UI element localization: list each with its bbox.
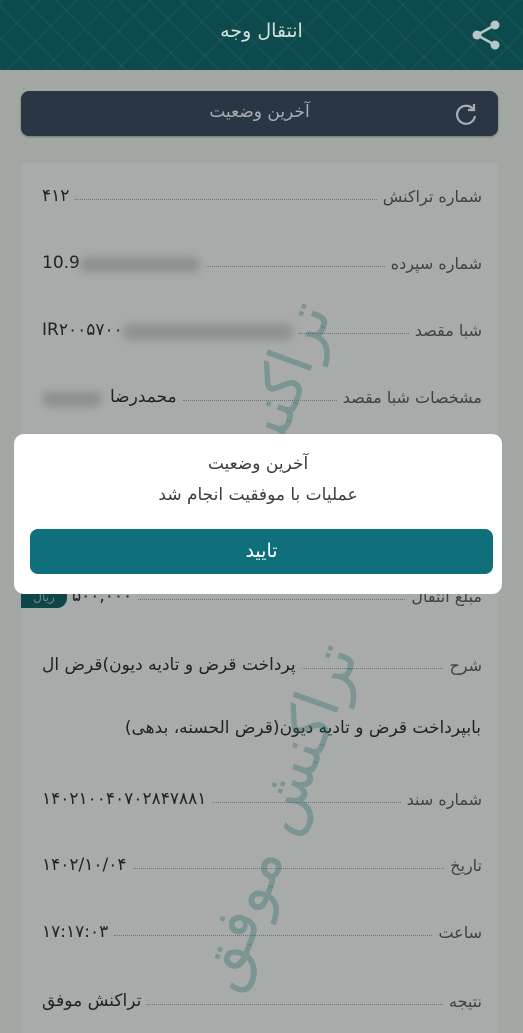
confirm-button[interactable]: تایید — [30, 529, 493, 574]
redacted-value — [122, 324, 293, 340]
status-dialog: آخرین وضعیت عملیات با موفقیت انجام شد تا… — [14, 434, 502, 594]
detail-label: ساعت — [438, 923, 482, 942]
detail-value: محمدرضا — [110, 387, 177, 407]
detail-value: IR۲۰۰۵۷۰۰ — [42, 320, 123, 340]
dotted-leader — [301, 668, 444, 669]
dotted-leader — [138, 599, 406, 600]
detail-label: نتیجه — [448, 992, 482, 1011]
detail-label: مشخصات شبا مقصد — [342, 388, 482, 407]
detail-row-iban-owner: مشخصات شبا مقصد محمدرضا — [42, 379, 482, 407]
detail-row-description: شرح پرداخت قرض و تادیه دیون)قرض ال — [42, 647, 482, 675]
redacted-value — [42, 391, 102, 407]
dotted-leader — [147, 1004, 443, 1005]
detail-label: شرح — [449, 656, 482, 675]
detail-value: ۱۴۰۲/۱۰/۰۴ — [42, 855, 127, 875]
last-status-label: آخرین وضعیت — [209, 102, 310, 122]
dotted-leader — [114, 935, 433, 936]
dotted-leader — [205, 266, 385, 267]
detail-row-deposit-number: شماره سپرده 10.9 — [42, 245, 482, 273]
detail-value: ۴۱۲ — [42, 186, 70, 206]
last-status-button[interactable]: آخرین وضعیت — [21, 91, 498, 136]
dotted-leader — [132, 868, 445, 869]
dotted-leader — [298, 333, 409, 334]
detail-value: ۱۷:۱۷:۰۳ — [42, 922, 109, 942]
detail-row-date: تاریخ ۱۴۰۲/۱۰/۰۴ — [42, 847, 482, 875]
detail-row-transaction-number: شماره تراکنش ۴۱۲ — [42, 178, 482, 206]
dotted-leader — [75, 199, 377, 200]
page-title: انتقال وجه — [220, 20, 303, 42]
refresh-icon[interactable] — [453, 101, 479, 127]
share-icon[interactable] — [468, 17, 504, 53]
dialog-message: عملیات با موفقیت انجام شد — [158, 485, 358, 505]
app-header: انتقال وجه — [0, 0, 523, 70]
detail-label: شماره سپرده — [390, 254, 482, 273]
detail-label: تاریخ — [450, 856, 482, 875]
dotted-leader — [212, 802, 401, 803]
detail-row-destination-iban: شبا مقصد IR۲۰۰۵۷۰۰ — [42, 312, 482, 340]
detail-label: شبا مقصد — [414, 321, 482, 340]
detail-value: پرداخت قرض و تادیه دیون)قرض ال — [42, 655, 296, 675]
detail-value: 10.9 — [42, 253, 80, 273]
detail-value: تراکنش موفق — [42, 991, 142, 1011]
detail-row-time: ساعت ۱۷:۱۷:۰۳ — [42, 914, 482, 942]
detail-value: ۱۴۰۲۱۰۰۴۰۷۰۲۸۴۷۸۸۱ — [42, 789, 207, 809]
description-continued: بابپرداخت قرض و تادیه دیون(قرض الحسنه، ب… — [124, 718, 481, 738]
dialog-title: آخرین وضعیت — [207, 454, 309, 474]
dotted-leader — [182, 400, 337, 401]
detail-label: شماره سند — [406, 790, 482, 809]
redacted-value — [79, 257, 200, 273]
detail-row-document-number: شماره سند ۱۴۰۲۱۰۰۴۰۷۰۲۸۴۷۸۸۱ — [42, 781, 482, 809]
detail-label: شماره تراکنش — [382, 187, 482, 206]
detail-row-result: نتیجه تراکنش موفق — [42, 983, 482, 1011]
